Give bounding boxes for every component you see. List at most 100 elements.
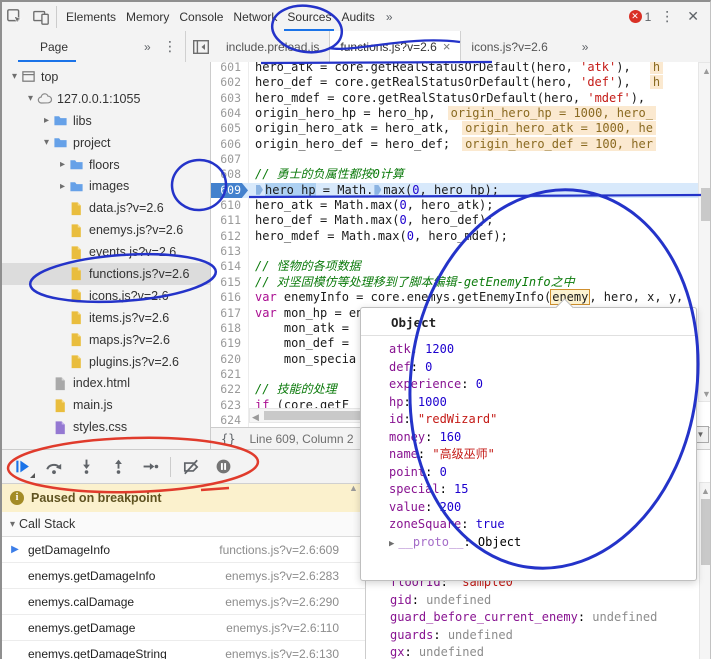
- code-text[interactable]: hero_atk = Math.max(0, hero_atk);: [248, 198, 493, 212]
- line-number-616[interactable]: 616: [211, 290, 248, 305]
- tree-item-maps-js-v-2-6[interactable]: maps.js?v=2.6: [2, 329, 210, 351]
- close-icon[interactable]: ✕: [683, 8, 703, 25]
- tree-item-libs[interactable]: ▸libs: [2, 110, 210, 132]
- panel-tab-console[interactable]: Console: [174, 2, 228, 31]
- tree-item-functions-js-v-2-6[interactable]: functions.js?v=2.6: [2, 263, 210, 285]
- callstack-frame-enemys-caldamage[interactable]: enemys.calDamageenemys.js?v=2.6:290: [2, 589, 365, 615]
- code-text[interactable]: // 技能的处理: [248, 382, 337, 396]
- line-number-613[interactable]: 613: [211, 244, 248, 259]
- code-text[interactable]: hero_mdef = core.getRealStatusOrDefault(…: [248, 91, 645, 105]
- tab-page[interactable]: Page: [2, 31, 90, 62]
- inspect-icon[interactable]: [2, 5, 28, 29]
- line-number-607[interactable]: 607: [211, 152, 248, 167]
- callstack-frame-enemys-getdamagestring[interactable]: enemys.getDamageStringenemys.js?v=2.6:13…: [2, 641, 365, 659]
- line-number-623[interactable]: 623: [211, 398, 248, 413]
- code-text[interactable]: hero_atk = core.getRealStatusOrDefault(h…: [248, 62, 663, 74]
- line-number-605[interactable]: 605: [211, 121, 248, 136]
- tree-item-items-js-v-2-6[interactable]: items.js?v=2.6: [2, 307, 210, 329]
- code-text[interactable]: var enemyInfo = core.enemys.getEnemyInfo…: [248, 290, 683, 304]
- line-number-604[interactable]: 604: [211, 106, 248, 121]
- code-text[interactable]: hero_hp = Math.max(0, hero_hp);: [248, 183, 499, 197]
- line-number-622[interactable]: 622: [211, 382, 248, 397]
- tree-item-icons-js-v-2-6[interactable]: icons.js?v=2.6: [2, 285, 210, 307]
- file-tabs-overflow[interactable]: »: [576, 40, 595, 54]
- tree-item-top[interactable]: ▾top: [2, 66, 210, 88]
- close-tab-icon[interactable]: ×: [443, 39, 451, 54]
- line-number-612[interactable]: 612: [211, 229, 248, 244]
- panel-tab-audits[interactable]: Audits: [336, 2, 379, 31]
- chevron-right-icon[interactable]: ▸: [56, 181, 69, 192]
- line-number-620[interactable]: 620: [211, 352, 248, 367]
- panel-tab-elements[interactable]: Elements: [61, 2, 121, 31]
- line-number-611[interactable]: 611: [211, 213, 248, 228]
- line-number-615[interactable]: 615: [211, 275, 248, 290]
- callstack-frame-enemys-getdamageinfo[interactable]: enemys.getDamageInfoenemys.js?v=2.6:283: [2, 563, 365, 589]
- code-text[interactable]: [248, 152, 255, 166]
- hovered-token-enemy[interactable]: enemy: [550, 289, 590, 305]
- line-number-618[interactable]: 618: [211, 321, 248, 336]
- scope-scrollbar[interactable]: ▲: [699, 482, 711, 659]
- panel-tabs-overflow[interactable]: »: [380, 10, 399, 24]
- step-into-button[interactable]: [70, 454, 102, 480]
- error-badge[interactable]: ✕ 1: [629, 10, 652, 24]
- more-options-icon[interactable]: ⋮: [656, 8, 678, 25]
- code-text[interactable]: [248, 367, 255, 381]
- chevron-right-icon[interactable]: ▸: [56, 159, 69, 170]
- line-number-609[interactable]: 609: [211, 183, 248, 198]
- tree-item-main-js[interactable]: main.js: [2, 394, 210, 416]
- navigator-more-icon[interactable]: ⋮: [159, 38, 181, 55]
- tree-item-plugins-js-v-2-6[interactable]: plugins.js?v=2.6: [2, 351, 210, 373]
- code-text[interactable]: hero_def = Math.max(0, hero_def);: [248, 213, 493, 227]
- callstack-frame-getdamageinfo[interactable]: ▶getDamageInfofunctions.js?v=2.6:609: [2, 537, 365, 563]
- file-tab-include-preload-js[interactable]: include.preload.js: [216, 31, 329, 62]
- step-out-button[interactable]: [102, 454, 134, 480]
- line-number-619[interactable]: 619: [211, 336, 248, 351]
- tree-item-enemys-js-v-2-6[interactable]: enemys.js?v=2.6: [2, 219, 210, 241]
- panel-tab-memory[interactable]: Memory: [121, 2, 174, 31]
- tree-item-styles-css[interactable]: styles.css: [2, 416, 210, 438]
- callstack-scrollbar[interactable]: ▲: [347, 483, 360, 493]
- file-tab-icons-js-v-2-6[interactable]: icons.js?v=2.6: [461, 31, 557, 62]
- step-over-button[interactable]: [38, 454, 70, 480]
- tree-item-project[interactable]: ▾project: [2, 132, 210, 154]
- code-text[interactable]: origin_hero_def = hero_def;origin_hero_d…: [248, 137, 656, 151]
- code-text[interactable]: [248, 244, 255, 258]
- pause-on-exceptions-button[interactable]: [207, 454, 239, 480]
- tree-item-data-js-v-2-6[interactable]: data.js?v=2.6: [2, 197, 210, 219]
- code-text[interactable]: mon_specia: [248, 352, 356, 366]
- deactivate-breakpoints-button[interactable]: [175, 454, 207, 480]
- line-number-614[interactable]: 614: [211, 259, 248, 274]
- code-text[interactable]: hero_mdef = Math.max(0, hero_mdef);: [248, 229, 508, 243]
- popup-proto-row[interactable]: ▶__proto__: Object: [389, 534, 696, 552]
- navigator-tabs-overflow[interactable]: »: [138, 40, 157, 54]
- callstack-frame-enemys-getdamage[interactable]: enemys.getDamageenemys.js?v=2.6:110: [2, 615, 365, 641]
- code-text[interactable]: mon_def =: [248, 336, 349, 350]
- tree-item-127-0-0-1-1055[interactable]: ▾127.0.0.1:1055: [2, 88, 210, 110]
- line-number-617[interactable]: 617: [211, 306, 248, 321]
- panel-tab-network[interactable]: Network: [228, 2, 282, 31]
- code-text[interactable]: origin_hero_atk = hero_atk,origin_hero_a…: [248, 121, 656, 135]
- resume-button[interactable]: [6, 454, 38, 480]
- line-number-602[interactable]: 602: [211, 75, 248, 90]
- chevron-down-icon[interactable]: ▾: [40, 137, 53, 148]
- tree-item-floors[interactable]: ▸floors: [2, 154, 210, 176]
- file-tab-functions-js-v-2-6[interactable]: functions.js?v=2.6×: [329, 31, 461, 62]
- line-number-610[interactable]: 610: [211, 198, 248, 213]
- line-number-606[interactable]: 606: [211, 137, 248, 152]
- tree-item-index-html[interactable]: index.html: [2, 372, 210, 394]
- code-text[interactable]: origin_hero_hp = hero_hp,origin_hero_hp …: [248, 106, 656, 120]
- line-number-608[interactable]: 608: [211, 167, 248, 182]
- chevron-down-icon[interactable]: ▾: [8, 71, 21, 82]
- step-button[interactable]: [134, 454, 166, 480]
- line-number-603[interactable]: 603: [211, 91, 248, 106]
- code-text[interactable]: // 对坚固模仿等处理移到了脚本编辑-getEnemyInfo之中: [248, 275, 575, 289]
- hide-navigator-icon[interactable]: [186, 31, 216, 62]
- call-stack-header[interactable]: ▾ Call Stack: [2, 512, 365, 537]
- vertical-scrollbar[interactable]: ▲ ▼: [698, 62, 711, 402]
- line-number-621[interactable]: 621: [211, 367, 248, 382]
- code-text[interactable]: mon_atk =: [248, 321, 349, 335]
- line-number-601[interactable]: 601: [211, 62, 248, 75]
- chevron-right-icon[interactable]: ▸: [40, 115, 53, 126]
- code-text[interactable]: // 怪物的各项数据: [248, 259, 361, 273]
- code-text[interactable]: // 勇士的负属性都按0计算: [248, 167, 404, 181]
